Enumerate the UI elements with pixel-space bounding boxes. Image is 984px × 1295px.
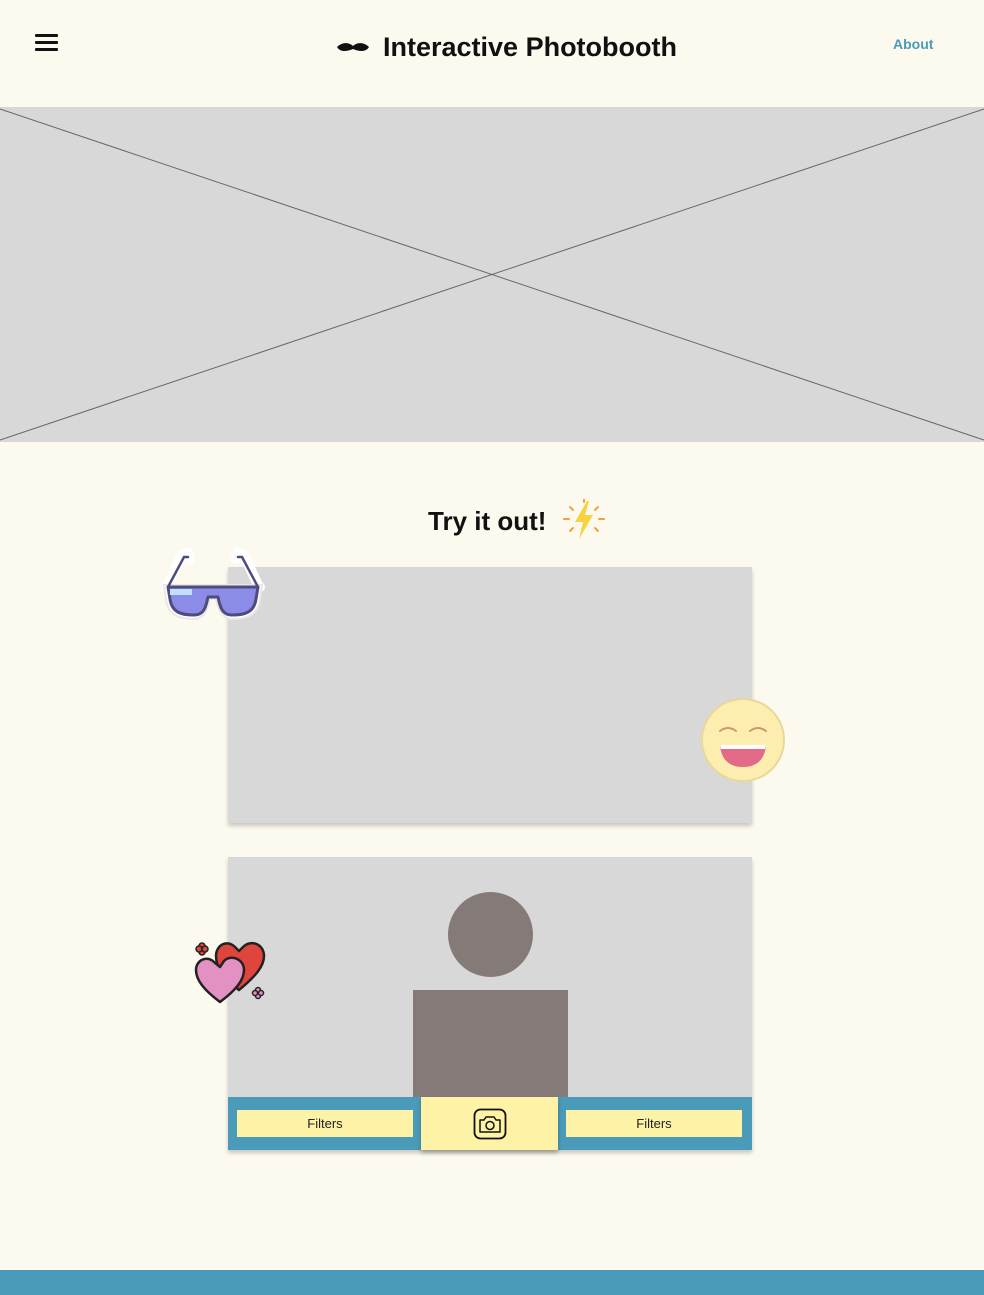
mustache-icon <box>337 42 369 51</box>
hamburger-menu-icon[interactable] <box>35 34 58 51</box>
person-silhouette-head <box>448 892 533 977</box>
hero-image-placeholder <box>0 107 984 442</box>
placeholder-cross-icon <box>0 108 984 441</box>
section-title: Try it out! <box>428 505 547 536</box>
page-title: Interactive Photobooth <box>383 32 678 62</box>
hearts-sticker[interactable] <box>192 930 270 1008</box>
smiley-face-sticker[interactable] <box>698 695 788 785</box>
about-link[interactable]: About <box>893 36 933 52</box>
filters-button-left[interactable]: Filters <box>237 1110 413 1137</box>
site-header: Interactive Photobooth About <box>0 0 984 107</box>
site-footer <box>0 1270 984 1295</box>
person-silhouette-body <box>413 990 568 1105</box>
brand: Interactive Photobooth <box>336 32 677 63</box>
take-photo-button[interactable] <box>421 1097 558 1150</box>
lightning-bolt-icon <box>563 499 606 539</box>
try-it-heading: Try it out! <box>428 499 608 543</box>
camera-icon <box>473 1108 506 1139</box>
sunglasses-sticker[interactable] <box>160 547 266 623</box>
photo-preview <box>228 567 752 823</box>
camera-controls: Filters Filters <box>228 1097 752 1150</box>
filters-button-right[interactable]: Filters <box>566 1110 742 1137</box>
